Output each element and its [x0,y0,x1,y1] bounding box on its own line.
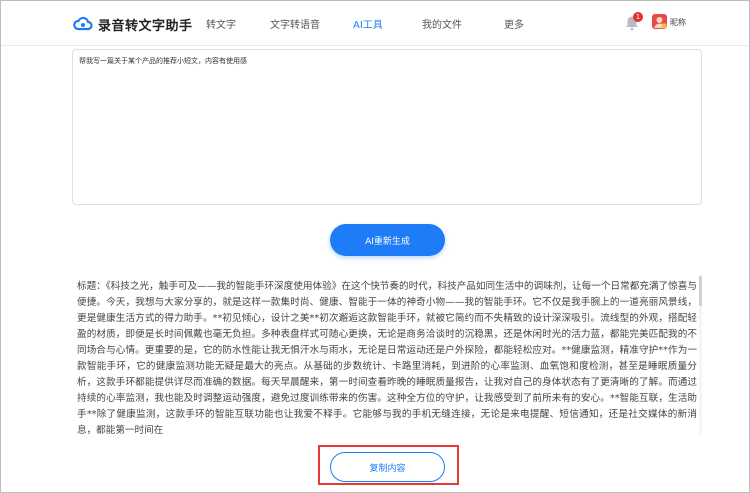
ai-regenerate-button[interactable]: AI重新生成 [330,224,445,256]
copy-content-button[interactable]: 复制内容 [330,452,445,482]
prompt-textarea[interactable]: 帮我写一篇关于某个产品的推荐小短文，内容有使用感 [72,49,702,205]
result-scrollbar-thumb[interactable] [699,276,702,306]
top-navbar: 录音转文字助手 转文字 文字转语音 AI工具 我的文件 更多 1 昵称 [1,1,749,46]
nav-item-more[interactable]: 更多 [504,16,524,31]
avatar-icon[interactable] [652,14,667,29]
user-nickname[interactable]: 昵称 [670,17,686,28]
generated-result-panel[interactable]: 标题：《科技之光，触手可及——我的智能手环深度使用体验》在这个快节奏的时代，科技… [72,274,702,434]
prompt-value: 帮我写一篇关于某个产品的推荐小短文，内容有使用感 [79,57,247,65]
cloud-logo-icon [73,16,93,31]
nav-item-text-to-speech[interactable]: 文字转语音 [270,16,320,31]
result-scrollbar[interactable] [699,274,702,434]
app-title: 录音转文字助手 [98,18,193,34]
generated-result-text: 标题：《科技之光，触手可及——我的智能手环深度使用体验》在这个快节奏的时代，科技… [77,281,697,434]
nav-item-my-files[interactable]: 我的文件 [422,16,462,31]
app-logo[interactable]: 录音转文字助手 [73,13,193,35]
notification-badge: 1 [633,12,643,22]
nav-item-ai-tools[interactable]: AI工具 [353,16,383,31]
nav-item-transcribe[interactable]: 转文字 [206,16,236,31]
